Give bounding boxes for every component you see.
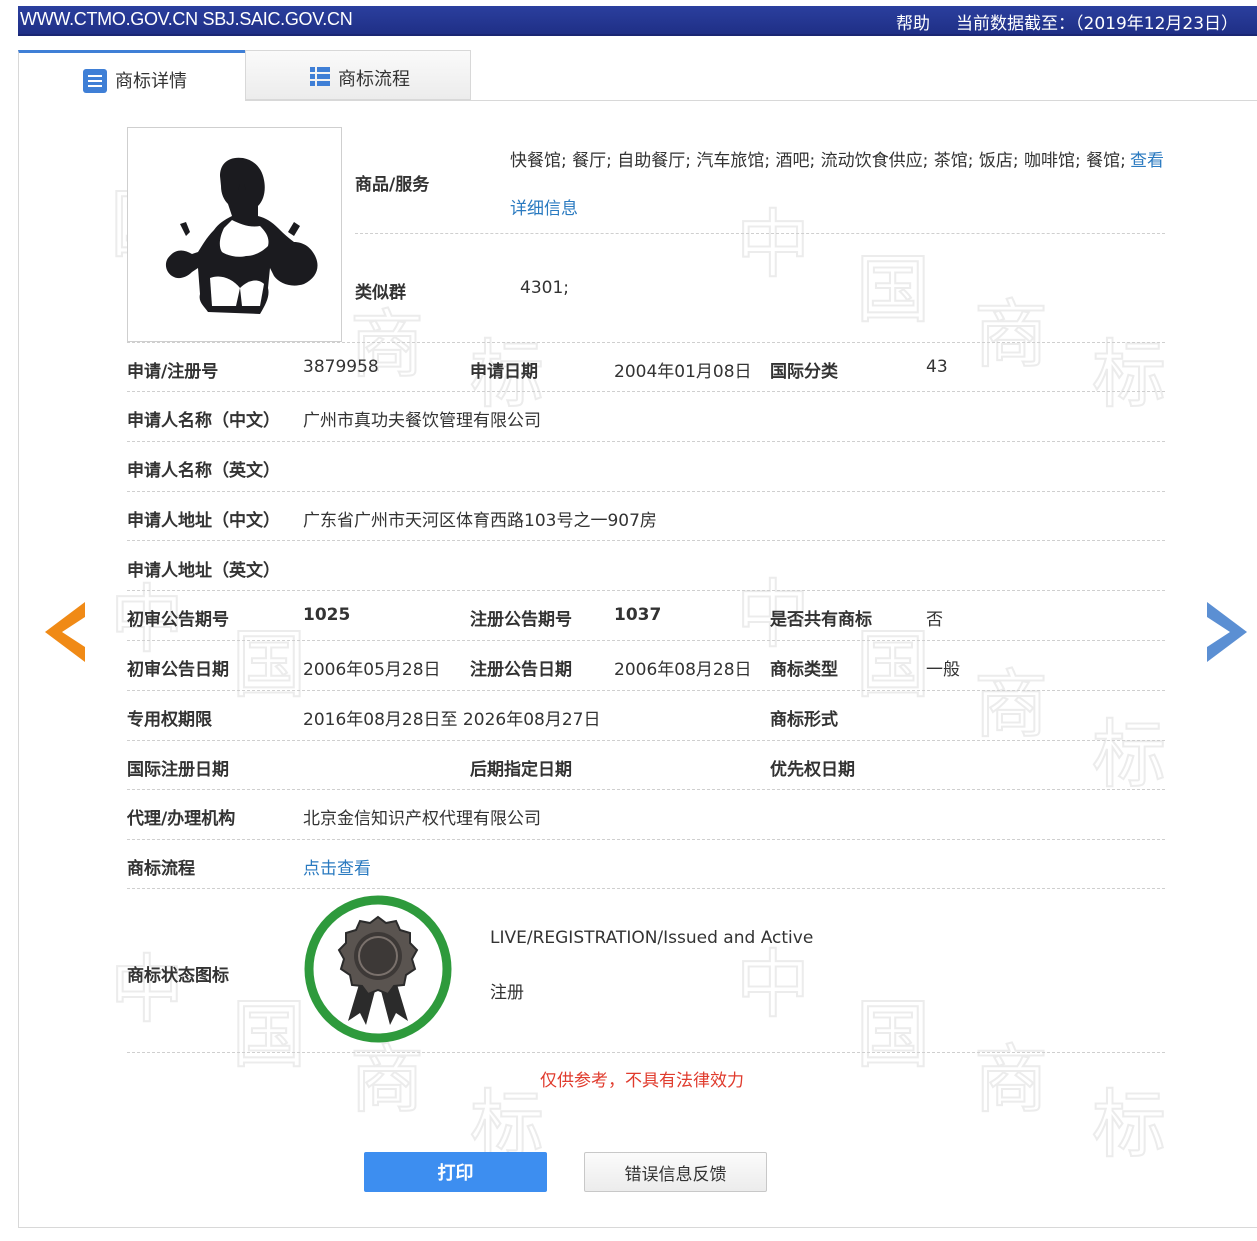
row-divider	[127, 540, 1165, 541]
later-date-label: 后期指定日期	[470, 760, 572, 780]
view-link[interactable]: 查看	[1130, 146, 1164, 171]
previous-arrow-notch	[62, 617, 85, 647]
prelim-date-label: 初审公告日期	[127, 660, 229, 680]
row-divider	[127, 888, 1165, 889]
prelim-date-value: 2006年05月28日	[303, 660, 441, 680]
address-cn-label: 申请人地址（中文）	[127, 511, 280, 531]
row-divider	[127, 640, 1165, 641]
row-divider	[127, 342, 1165, 343]
document-list-icon	[83, 69, 107, 98]
similar-group-value: 4301;	[520, 278, 569, 298]
goods-services-value: 快餐馆; 餐厅; 自助餐厅; 汽车旅馆; 酒吧; 流动饮食供应; 茶馆; 饭店;…	[510, 151, 1126, 171]
applicant-en-label: 申请人名称（英文）	[127, 461, 280, 481]
shared-label: 是否共有商标	[770, 610, 872, 630]
tab-trademark-details[interactable]: 商标详情	[18, 50, 245, 102]
row-divider	[127, 391, 1165, 392]
tab-label: 商标详情	[115, 71, 187, 92]
row-divider	[127, 740, 1165, 741]
app-date-label: 申请日期	[470, 362, 538, 382]
term-label: 专用权期限	[127, 710, 212, 730]
error-feedback-button[interactable]: 错误信息反馈	[584, 1152, 767, 1192]
row-divider	[127, 839, 1165, 840]
row-divider	[127, 1052, 1165, 1053]
legal-disclaimer: 仅供参考，不具有法律效力	[540, 1071, 744, 1091]
registered-badge-icon	[304, 895, 452, 1047]
goods-services-label: 商品/服务	[355, 175, 430, 195]
status-text-en: LIVE/REGISTRATION/Issued and Active	[490, 928, 814, 948]
similar-group-label: 类似群	[355, 283, 406, 303]
app-date-value: 2004年01月08日	[614, 362, 752, 382]
tm-type-label: 商标类型	[770, 660, 838, 680]
intl-class-label: 国际分类	[770, 362, 838, 382]
row-divider	[127, 590, 1165, 591]
applicant-cn-value: 广州市真功夫餐饮管理有限公司	[303, 411, 541, 431]
tm-type-value: 一般	[926, 660, 960, 680]
intl-reg-date-label: 国际注册日期	[127, 760, 229, 780]
next-arrow-notch	[1207, 617, 1230, 647]
reg-issue-value: 1037	[614, 605, 662, 625]
row-divider	[127, 789, 1165, 790]
agent-value: 北京金信知识产权代理有限公司	[303, 809, 541, 829]
detail-content: 商品/服务 快餐馆; 餐厅; 自助餐厅; 汽车旅馆; 酒吧; 流动饮食供应; 茶…	[0, 0, 1257, 1241]
prelim-issue-value: 1025	[303, 605, 351, 625]
reg-date-label: 注册公告日期	[470, 660, 572, 680]
address-en-label: 申请人地址（英文）	[127, 561, 280, 581]
reg-date-value: 2006年08月28日	[614, 660, 752, 680]
row-divider	[127, 690, 1165, 691]
term-value: 2016年08月28日至 2026年08月27日	[303, 710, 601, 730]
row-divider	[355, 233, 1165, 234]
flow-label: 商标流程	[127, 859, 195, 879]
view-flow-link[interactable]: 点击查看	[303, 854, 371, 879]
prelim-issue-label: 初审公告期号	[127, 610, 229, 630]
address-cn-value: 广东省广州市天河区体育西路103号之一907房	[303, 511, 657, 531]
intl-class-value: 43	[926, 357, 948, 377]
print-button[interactable]: 打印	[364, 1152, 547, 1192]
applicant-cn-label: 申请人名称（中文）	[127, 411, 280, 431]
status-text-cn: 注册	[490, 983, 524, 1003]
details-link[interactable]: 详细信息	[510, 194, 578, 219]
priority-date-label: 优先权日期	[770, 760, 855, 780]
tm-form-label: 商标形式	[770, 710, 838, 730]
reg-issue-label: 注册公告期号	[470, 610, 572, 630]
row-divider	[127, 491, 1165, 492]
martial-artist-logo	[165, 157, 318, 314]
reg-no-value: 3879958	[303, 357, 379, 377]
shared-value: 否	[926, 610, 943, 630]
row-divider	[127, 441, 1165, 442]
agent-label: 代理/办理机构	[127, 809, 236, 829]
trademark-image[interactable]	[127, 127, 342, 342]
reg-no-label: 申请/注册号	[127, 362, 219, 382]
status-icon-label: 商标状态图标	[127, 966, 229, 986]
